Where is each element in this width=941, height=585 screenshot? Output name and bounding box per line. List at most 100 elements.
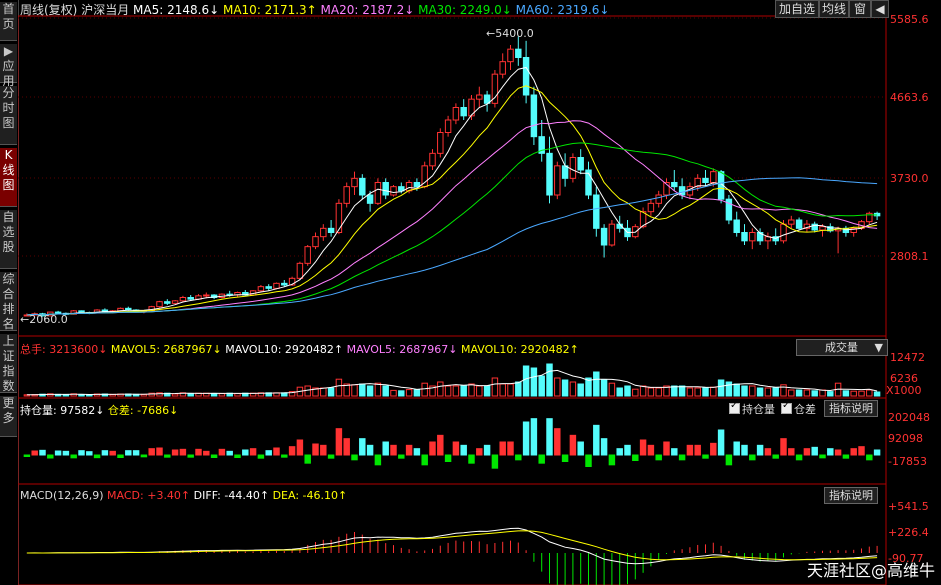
- vol-tick: 12472: [890, 351, 925, 364]
- oi-bar: [140, 454, 148, 458]
- ma5-value: MA5: 2148.6↓: [133, 3, 220, 17]
- macd-name: MACD(12,26,9): [20, 489, 104, 502]
- oi-help-button[interactable]: 指标说明: [824, 400, 878, 417]
- oi-bar: [86, 451, 93, 456]
- oi-bar: [632, 454, 639, 461]
- volume-bar: [678, 385, 686, 397]
- sidebar-item-4[interactable]: 自选股: [0, 210, 17, 269]
- window-button[interactable]: 窗: [849, 0, 871, 18]
- oi-bar: [710, 442, 717, 456]
- sidebar-item-label: 更多: [2, 396, 15, 425]
- volume-bar: [608, 382, 616, 397]
- candle-body: [343, 186, 350, 204]
- volume-bar: [327, 387, 335, 397]
- oi-legend: 持仓量: 97582↓ 仓差: -7686↓: [20, 402, 178, 418]
- candle-body: [569, 157, 577, 179]
- sidebar-item-label: 上证指数: [2, 334, 15, 393]
- oi-bar: [873, 449, 881, 456]
- sidebar-item-1[interactable]: ▶应用: [0, 44, 17, 88]
- oi-bar: [444, 454, 452, 462]
- oi-diff: 仓差: -7686↓: [107, 404, 179, 417]
- oi-bar: [476, 448, 483, 456]
- volume-bar: [491, 377, 499, 397]
- oi-bar: [132, 450, 140, 456]
- volume-bar: [413, 389, 421, 397]
- volume-bar: [468, 383, 475, 397]
- oi-bar: [148, 448, 155, 456]
- oi-bar: [413, 448, 421, 456]
- oi-bar: [171, 449, 179, 456]
- chart-area: 周线(复权) 沪深当月 MA5: 2148.6↓ MA10: 2171.3↑ M…: [18, 0, 941, 585]
- sidebar-item-5[interactable]: 综合排名: [0, 272, 17, 331]
- indicator-select[interactable]: 成交量 ▼: [796, 339, 888, 356]
- candle-body: [327, 227, 335, 233]
- oi-bar: [663, 441, 670, 456]
- sidebar-item-2[interactable]: 分时图: [0, 86, 17, 145]
- volume-bar: [546, 363, 553, 397]
- oi-bar: [78, 450, 85, 456]
- volume-bar: [507, 383, 514, 397]
- oi-bar: [343, 438, 350, 456]
- oi-bar: [265, 450, 272, 456]
- candle-body: [577, 157, 584, 171]
- diff-checkbox[interactable]: 仓差: [781, 400, 816, 417]
- candle-body: [296, 262, 304, 279]
- oi-bar: [647, 444, 655, 456]
- oi-checkbox[interactable]: 持仓量: [729, 400, 775, 417]
- candle-body: [265, 286, 272, 289]
- high-value: 5400.0: [495, 27, 534, 40]
- oi-bar: [47, 454, 54, 459]
- sidebar-item-6[interactable]: 上证指数: [0, 334, 17, 393]
- volume-bar: [655, 387, 662, 397]
- volume-bar: [460, 385, 467, 397]
- volume-bar: [522, 365, 530, 397]
- sidebar-item-7[interactable]: 更多: [0, 396, 17, 437]
- candle-body: [795, 219, 803, 229]
- oi-bar: [429, 441, 436, 456]
- candle-body: [476, 94, 483, 100]
- candle-body: [600, 227, 608, 246]
- oi-bar: [421, 454, 428, 466]
- candle-body: [312, 236, 319, 248]
- sidebar-item-label: 首页: [2, 2, 15, 31]
- oi-bar: [741, 444, 748, 456]
- panel-frame: [18, 15, 887, 337]
- collapse-arrow-icon[interactable]: ◀: [871, 0, 889, 18]
- add-watchlist-button[interactable]: 加自选: [775, 0, 819, 18]
- ma10-value: MA10: 2171.3↑: [222, 3, 317, 17]
- oi-bar: [164, 454, 171, 458]
- sidebar-item-0[interactable]: 首页: [0, 2, 17, 41]
- mavol10: MAVOL10: 2920482↑: [225, 343, 344, 356]
- checkbox-icon: [729, 400, 740, 414]
- ma30-value: MA30: 2249.0↓: [418, 3, 512, 17]
- oi-bar: [593, 424, 600, 456]
- oi-bar: [866, 454, 873, 461]
- oi-bar: [210, 454, 218, 458]
- volume-bar: [686, 387, 694, 397]
- oi-bar: [515, 454, 522, 461]
- candle-body: [429, 152, 436, 167]
- macd-help-button[interactable]: 指标说明: [824, 487, 878, 504]
- volume-bar: [382, 385, 389, 397]
- sidebar-item-3[interactable]: K线图: [0, 148, 17, 207]
- oi-bar: [304, 454, 311, 464]
- oi-bar: [39, 449, 46, 456]
- oi-bar: [390, 444, 397, 456]
- oi-bar: [764, 448, 772, 456]
- volume-bar: [788, 389, 795, 397]
- dea-value: DEA: -46.10↑: [272, 489, 348, 502]
- chart-title: 周线(复权): [20, 3, 78, 17]
- candle-body: [444, 119, 452, 133]
- ma-setting-button[interactable]: 均线: [819, 0, 849, 18]
- volume-bar: [795, 389, 803, 397]
- oi-bar: [351, 454, 358, 461]
- oi-bar: [93, 454, 101, 459]
- volume-bar: [171, 393, 179, 397]
- volume-bar: [819, 389, 826, 397]
- oi-bar: [218, 448, 226, 456]
- volume-bar: [624, 385, 631, 397]
- volume-bar: [671, 385, 678, 397]
- oi-tick: 92098: [888, 432, 923, 445]
- oi-bar: [530, 418, 538, 456]
- volume-bar: [710, 386, 717, 397]
